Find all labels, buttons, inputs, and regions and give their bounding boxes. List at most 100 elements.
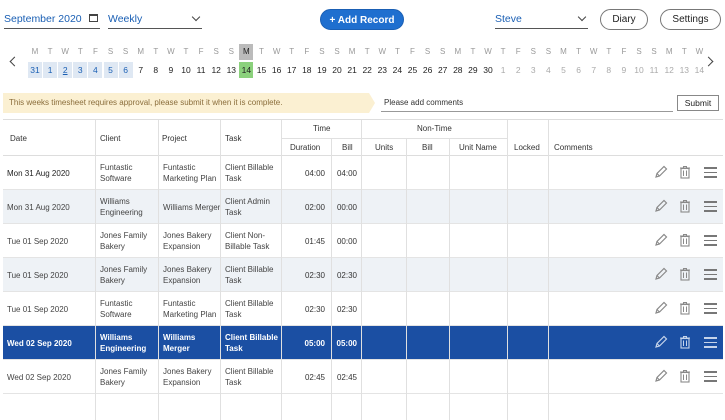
calendar-day[interactable]: S4 bbox=[541, 44, 555, 82]
calendar-day[interactable]: T 29 bbox=[466, 44, 480, 82]
trash-icon[interactable] bbox=[679, 369, 691, 383]
pencil-icon[interactable] bbox=[654, 199, 668, 213]
day-letter: T bbox=[500, 47, 506, 56]
table-row[interactable]: Tue 01 Sep 2020 Funtastic Software Funtast… bbox=[3, 292, 723, 326]
calendar-day[interactable]: S 12 bbox=[209, 44, 223, 82]
pencil-icon[interactable] bbox=[654, 165, 668, 179]
table-row[interactable]: Mon 31 Aug 2020 Williams Engineering Willi… bbox=[3, 190, 723, 224]
trash-icon[interactable] bbox=[679, 233, 691, 247]
day-number-text: 2 bbox=[515, 65, 521, 75]
calendar-day[interactable]: T 10 bbox=[179, 44, 193, 82]
hamburger-menu-icon[interactable] bbox=[704, 269, 717, 280]
calendar-day[interactable]: S 13 bbox=[224, 44, 238, 82]
diary-button[interactable]: Diary bbox=[600, 9, 648, 30]
day-letter: W bbox=[167, 47, 175, 56]
calendar-day[interactable]: S3 bbox=[526, 44, 540, 82]
trash-icon[interactable] bbox=[679, 165, 691, 179]
calendar-day[interactable]: T8 bbox=[602, 44, 616, 82]
add-record-button[interactable]: + Add Record bbox=[320, 9, 404, 30]
hamburger-menu-icon[interactable] bbox=[704, 201, 717, 212]
settings-button[interactable]: Settings bbox=[660, 9, 721, 30]
calendar-day[interactable]: T6 bbox=[572, 44, 586, 82]
calendar-day[interactable]: M 28 bbox=[451, 44, 465, 82]
cell-date: Tue 01 Sep 2020 bbox=[7, 236, 69, 246]
table-row[interactable]: Wed 02 Sep 2020 Jones Family Bakery Jones … bbox=[3, 360, 723, 394]
day-letter: S bbox=[107, 47, 114, 56]
view-mode-select[interactable]: Weekly bbox=[108, 9, 202, 29]
trash-icon[interactable] bbox=[679, 301, 691, 315]
calendar-day[interactable]: S 20 bbox=[330, 44, 344, 82]
calendar-day[interactable]: T8 bbox=[149, 44, 163, 82]
day-letter: W bbox=[61, 47, 69, 56]
hamburger-menu-icon[interactable] bbox=[704, 337, 717, 348]
cell-project: Jones Bakery Expansion bbox=[163, 265, 212, 285]
calendar-day[interactable]: T1 bbox=[496, 44, 510, 82]
calendar-day[interactable]: T 22 bbox=[360, 44, 374, 82]
day-number-text: 6 bbox=[576, 65, 581, 75]
calendar-day[interactable]: S5 bbox=[103, 44, 118, 82]
trash-icon[interactable] bbox=[679, 267, 691, 281]
calendar-day[interactable]: W7 bbox=[587, 44, 601, 82]
pencil-icon[interactable] bbox=[654, 301, 668, 315]
hamburger-menu-icon[interactable] bbox=[704, 167, 717, 178]
calendar-day[interactable]: M 31 bbox=[28, 44, 42, 82]
calendar-day[interactable]: M 12 bbox=[662, 44, 676, 82]
calendar-day[interactable]: W9 bbox=[164, 44, 178, 82]
trash-icon[interactable] bbox=[679, 199, 691, 213]
calendar-day[interactable]: S 26 bbox=[421, 44, 435, 82]
day-letter: W bbox=[378, 47, 387, 56]
hamburger-menu-icon[interactable] bbox=[704, 371, 717, 382]
pencil-icon[interactable] bbox=[654, 369, 668, 383]
calendar-day[interactable]: S 19 bbox=[315, 44, 329, 82]
day-number: 7 bbox=[587, 62, 601, 78]
hamburger-menu-icon[interactable] bbox=[704, 303, 717, 314]
calendar-day[interactable]: F 25 bbox=[406, 44, 420, 82]
calendar-day[interactable]: T3 bbox=[73, 44, 88, 82]
calendar-day[interactable]: S6 bbox=[118, 44, 133, 82]
pencil-icon[interactable] bbox=[654, 335, 668, 349]
day-number: 1 bbox=[43, 62, 58, 78]
calendar-day[interactable]: F2 bbox=[511, 44, 525, 82]
calendar-day[interactable]: M5 bbox=[557, 44, 571, 82]
day-number-text: 14 bbox=[241, 65, 252, 75]
cell-client: Jones Family Bakery bbox=[100, 265, 148, 285]
submit-button[interactable]: Submit bbox=[677, 95, 719, 111]
pencil-icon[interactable] bbox=[654, 233, 668, 247]
trash-icon[interactable] bbox=[679, 335, 691, 349]
hamburger-menu-icon[interactable] bbox=[704, 235, 717, 246]
comments-input[interactable]: Please add comments bbox=[381, 95, 673, 112]
calendar-day[interactable]: T 13 bbox=[677, 44, 691, 82]
calendar-day[interactable]: M 14 bbox=[239, 44, 254, 82]
calendar-day[interactable]: W 16 bbox=[270, 44, 284, 82]
month-selector[interactable]: September 2020 bbox=[4, 9, 100, 29]
table-row[interactable]: Mon 31 Aug 2020 Funtastic Software Funtast… bbox=[3, 156, 723, 190]
calendar-day[interactable]: M 21 bbox=[345, 44, 359, 82]
calendar-icon[interactable] bbox=[89, 14, 98, 22]
calendar-day[interactable]: T 24 bbox=[390, 44, 404, 82]
day-number: 19 bbox=[315, 62, 329, 78]
calendar-day[interactable]: T1 bbox=[43, 44, 58, 82]
user-select[interactable]: Steve bbox=[495, 9, 588, 29]
calendar-day[interactable]: F9 bbox=[617, 44, 631, 82]
calendar-day[interactable]: W 23 bbox=[375, 44, 389, 82]
calendar-day[interactable]: S 11 bbox=[647, 44, 661, 82]
day-number: 1 bbox=[496, 62, 510, 78]
calendar-day[interactable]: W2 bbox=[58, 44, 73, 82]
calendar-day[interactable]: F 11 bbox=[194, 44, 208, 82]
calendar-day[interactable]: T 17 bbox=[285, 44, 299, 82]
calendar-day[interactable]: F4 bbox=[88, 44, 103, 82]
day-number-text: 11 bbox=[196, 65, 206, 75]
calendar-day[interactable]: M7 bbox=[134, 44, 148, 82]
table-row[interactable]: Wed 02 Sep 2020 Williams Engineering Willi… bbox=[3, 326, 723, 360]
chevron-left-icon[interactable] bbox=[9, 56, 20, 67]
table-row[interactable]: Tue 01 Sep 2020 Jones Family Bakery Jones … bbox=[3, 258, 723, 292]
calendar-day[interactable]: W 30 bbox=[481, 44, 495, 82]
calendar-day[interactable]: T 15 bbox=[255, 44, 269, 82]
day-number: 21 bbox=[345, 62, 359, 78]
calendar-day[interactable]: F 18 bbox=[300, 44, 314, 82]
calendar-day[interactable]: S 10 bbox=[632, 44, 646, 82]
pencil-icon[interactable] bbox=[654, 267, 668, 281]
table-row[interactable]: Tue 01 Sep 2020 Jones Family Bakery Jones … bbox=[3, 224, 723, 258]
calendar-day[interactable]: S 27 bbox=[436, 44, 450, 82]
cell-task: Client Billable Task bbox=[225, 265, 274, 285]
